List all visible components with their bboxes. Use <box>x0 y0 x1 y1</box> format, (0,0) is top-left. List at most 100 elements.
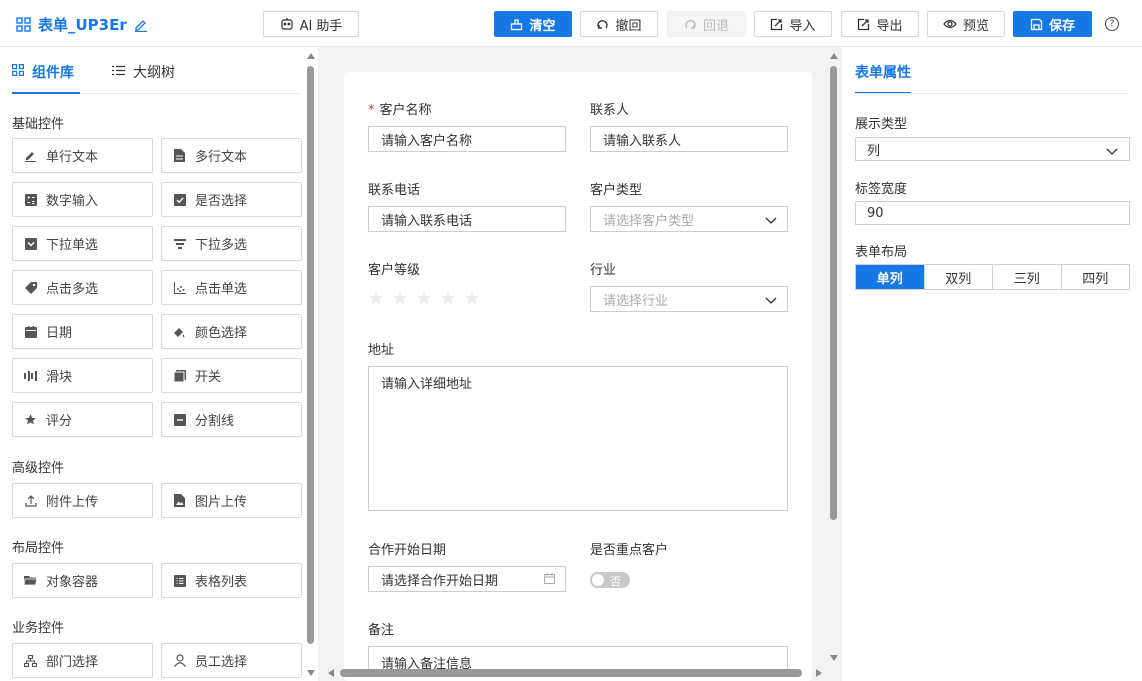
component-yes-no[interactable]: 是否选择 <box>161 182 302 217</box>
component-color-picker[interactable]: 颜色选择 <box>161 314 302 349</box>
form-title-text: 表单_UP3Er <box>38 16 127 34</box>
display-type-select[interactable]: 列 <box>855 137 1130 161</box>
start-date-picker[interactable]: 请选择合作开始日期 <box>368 566 566 592</box>
component-image-upload[interactable]: 图片上传 <box>161 483 302 518</box>
phone-input[interactable]: 请输入联系电话 <box>368 206 566 232</box>
redo-button[interactable]: 回退 <box>667 11 746 37</box>
component-label: 是否选择 <box>195 194 248 209</box>
eye-icon <box>943 19 957 29</box>
export-label: 导出 <box>876 18 903 34</box>
pen-icon <box>24 149 37 162</box>
display-type-value: 列 <box>867 143 881 159</box>
star-icon[interactable] <box>368 290 384 306</box>
phone-label: 联系电话 <box>368 183 421 198</box>
save-icon <box>1030 18 1043 31</box>
component-label: 下拉多选 <box>195 238 248 253</box>
top-toolbar: 表单_UP3Er AI 助手 清空 撤回 回退 导入 导出 预览 保存 ? <box>0 0 1142 47</box>
clear-label: 清空 <box>529 18 556 34</box>
list-icon <box>112 64 125 80</box>
component-table-list[interactable]: 表格列表 <box>161 563 302 598</box>
star-icon[interactable] <box>392 290 408 306</box>
scroll-up-arrow[interactable] <box>830 53 838 59</box>
edit-title-icon[interactable] <box>134 18 148 32</box>
industry-select[interactable]: 请选择行业 <box>590 286 788 312</box>
layout-option-double[interactable]: 双列 <box>925 265 993 289</box>
left-scrollbar[interactable] <box>307 66 314 644</box>
customer-name-input[interactable]: 请输入客户名称 <box>368 126 566 152</box>
label-width-input[interactable]: 90 <box>855 201 1130 225</box>
robot-icon <box>280 17 294 31</box>
component-click-single[interactable]: 点击单选 <box>161 270 302 305</box>
layout-option-single[interactable]: 单列 <box>856 265 925 289</box>
tab-component-library-label: 组件库 <box>32 65 74 81</box>
scroll-right-arrow[interactable] <box>816 669 822 677</box>
component-label: 日期 <box>46 326 73 341</box>
select-placeholder: 请选择行业 <box>603 293 669 309</box>
help-icon[interactable]: ? <box>1105 17 1119 31</box>
component-dropdown-single[interactable]: 下拉单选 <box>12 226 153 261</box>
component-date[interactable]: 日期 <box>12 314 153 349</box>
industry-label: 行业 <box>590 263 617 278</box>
component-employee-select[interactable]: 员工选择 <box>161 643 302 678</box>
org-chart-icon <box>24 654 37 667</box>
slider-icon <box>24 369 37 382</box>
save-label: 保存 <box>1048 18 1075 34</box>
component-number-input[interactable]: 数字输入 <box>12 182 153 217</box>
tab-outline-tree[interactable]: 大纲树 <box>112 62 175 82</box>
component-click-multi[interactable]: 点击多选 <box>12 270 153 305</box>
component-label: 数字输入 <box>46 194 99 209</box>
redo-label: 回退 <box>702 18 729 34</box>
canvas-horizontal-scrollbar[interactable] <box>340 669 802 677</box>
ai-assistant-button[interactable]: AI 助手 <box>263 11 359 37</box>
component-dropdown-multi[interactable]: 下拉多选 <box>161 226 302 261</box>
preview-button[interactable]: 预览 <box>927 11 1005 37</box>
component-label: 附件上传 <box>46 495 99 510</box>
scroll-down-arrow[interactable] <box>830 655 838 661</box>
chevron-down-icon <box>765 214 777 229</box>
star-icon[interactable] <box>440 290 456 306</box>
import-button[interactable]: 导入 <box>754 11 832 37</box>
star-icon[interactable] <box>464 290 480 306</box>
customer-type-select[interactable]: 请选择客户类型 <box>590 206 788 232</box>
component-department-select[interactable]: 部门选择 <box>12 643 153 678</box>
document-icon <box>173 149 186 162</box>
component-slider[interactable]: 滑块 <box>12 358 153 393</box>
label-width-label: 标签宽度 <box>855 182 908 197</box>
star-icon[interactable] <box>416 290 432 306</box>
contact-input[interactable]: 请输入联系人 <box>590 126 788 152</box>
component-multi-line-text[interactable]: 多行文本 <box>161 138 302 173</box>
address-textarea[interactable]: 请输入详细地址 <box>368 366 788 511</box>
rating-stars[interactable] <box>368 290 480 306</box>
table-icon <box>173 574 186 587</box>
export-button[interactable]: 导出 <box>841 11 919 37</box>
tab-form-properties[interactable]: 表单属性 <box>855 62 911 94</box>
component-label: 分割线 <box>195 414 235 429</box>
scroll-left-arrow[interactable] <box>328 669 334 677</box>
paint-bucket-icon <box>173 325 186 338</box>
save-button[interactable]: 保存 <box>1013 11 1092 37</box>
layout-option-triple[interactable]: 三列 <box>993 265 1062 289</box>
component-label: 点击多选 <box>46 282 99 297</box>
component-single-line-text[interactable]: 单行文本 <box>12 138 153 173</box>
scroll-down-arrow[interactable] <box>307 670 315 676</box>
component-label: 点击单选 <box>195 282 248 297</box>
component-file-upload[interactable]: 附件上传 <box>12 483 153 518</box>
grid-icon <box>12 64 25 80</box>
key-customer-label: 是否重点客户 <box>590 543 669 558</box>
layout-option-quad[interactable]: 四列 <box>1062 265 1130 289</box>
component-rating[interactable]: 评分 <box>12 402 153 437</box>
undo-button[interactable]: 撤回 <box>580 11 658 37</box>
scroll-up-arrow[interactable] <box>307 53 315 59</box>
section-basic: 基础控件 <box>12 117 65 132</box>
component-divider[interactable]: 分割线 <box>161 402 302 437</box>
component-object-container[interactable]: 对象容器 <box>12 563 153 598</box>
display-type-label: 展示类型 <box>855 117 908 132</box>
component-label: 部门选择 <box>46 655 99 670</box>
left-tabs: 组件库 大纲树 <box>12 62 300 94</box>
import-label: 导入 <box>789 18 816 34</box>
clear-button[interactable]: 清空 <box>494 11 572 37</box>
canvas-scrollbar[interactable] <box>830 66 837 520</box>
component-switch[interactable]: 开关 <box>161 358 302 393</box>
key-customer-switch[interactable]: 否 <box>590 572 630 588</box>
tab-component-library[interactable]: 组件库 <box>12 62 80 94</box>
